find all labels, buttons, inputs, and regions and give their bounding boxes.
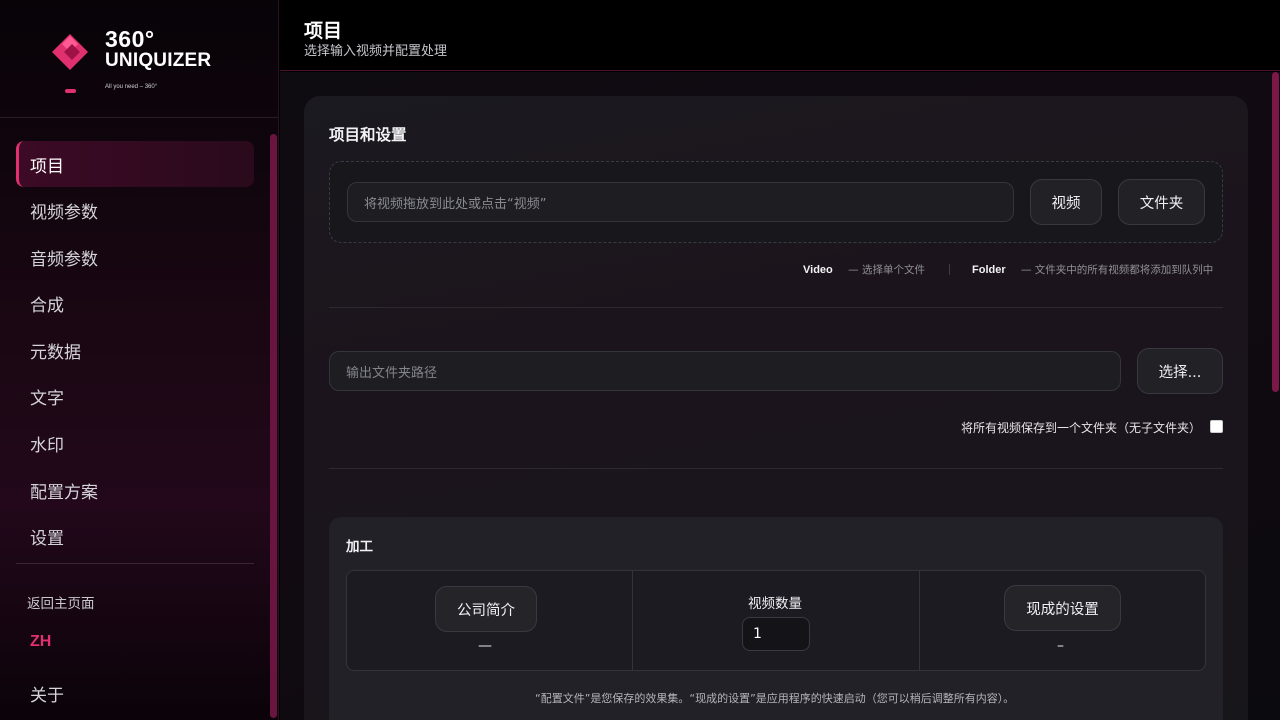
sidebar-item-project[interactable]: 项目 <box>16 141 254 187</box>
output-folder-field[interactable]: 输出文件夹路径 <box>329 351 1121 391</box>
hint-video-text: — 选择单个文件 <box>848 264 925 276</box>
brand-tagline: All you need – 360° <box>105 84 158 90</box>
profile-value: — <box>478 638 492 654</box>
hint-video-key: Video <box>803 264 833 276</box>
sidebar-item-compose[interactable]: 合成 <box>16 281 254 327</box>
sidebar-item-settings[interactable]: 设置 <box>16 514 254 560</box>
brand-line1: 360° <box>105 26 155 52</box>
page-subtitle: 选择输入视频并配置处理 <box>304 44 448 59</box>
page-title: 项目 <box>304 20 343 42</box>
sidebar-item-profiles[interactable]: 配置方案 <box>16 467 254 513</box>
about-link[interactable]: 关于 <box>30 681 64 706</box>
preset-value: – <box>1057 638 1064 654</box>
sidebar-item-watermark[interactable]: 水印 <box>16 421 254 467</box>
page-header: 项目 选择输入视频并配置处理 <box>280 0 1280 71</box>
hint-folder: Folder — 文件夹中的所有视频都将添加到队列中 <box>972 262 1213 277</box>
sidebar: 360° UNIQUIZER All you need – 360° 项目 视频… <box>0 0 279 720</box>
section-title: 项目和设置 <box>329 126 407 144</box>
drop-input-field[interactable]: 将视频拖放到此处或点击“视频” <box>347 182 1014 222</box>
sidebar-item-text[interactable]: 文字 <box>16 374 254 420</box>
logo[interactable]: 360° UNIQUIZER All you need – 360° <box>0 0 278 118</box>
column-divider <box>632 571 633 670</box>
save-all-label: 将所有视频保存到一个文件夹（无子文件夹） <box>961 421 1202 435</box>
sidebar-divider <box>16 563 254 564</box>
video-button[interactable]: 视频 <box>1030 179 1102 225</box>
folder-button[interactable]: 文件夹 <box>1118 179 1205 225</box>
section-divider <box>329 468 1223 469</box>
save-all-checkbox[interactable] <box>1210 420 1223 433</box>
preset-button[interactable]: 现成的设置 <box>1004 585 1121 631</box>
back-home-link[interactable]: 返回主页面 <box>27 592 95 612</box>
processing-title: 加工 <box>346 539 373 555</box>
sidebar-item-video-params[interactable]: 视频参数 <box>16 188 254 234</box>
logo-accent-mark <box>65 89 76 93</box>
video-count-input[interactable]: 1 <box>742 617 810 651</box>
sidebar-nav: 项目 视频参数 音频参数 合成 元数据 文字 水印 配置方案 设置 <box>16 141 254 560</box>
column-divider <box>919 571 920 670</box>
hint-folder-key: Folder <box>972 264 1006 276</box>
choose-folder-button[interactable]: 选择... <box>1137 348 1223 394</box>
hint-separator <box>949 264 950 275</box>
logo-icon <box>52 34 88 70</box>
hint-folder-text: — 文件夹中的所有视频都将添加到队列中 <box>1020 264 1214 276</box>
profile-button[interactable]: 公司简介 <box>435 586 537 632</box>
brand-line2: UNIQUIZER <box>105 50 212 71</box>
main-scrollbar[interactable] <box>1272 72 1279 392</box>
sidebar-scrollbar[interactable] <box>270 134 277 718</box>
sidebar-item-audio-params[interactable]: 音频参数 <box>16 234 254 280</box>
section-divider <box>329 307 1223 308</box>
app-window: 360° UNIQUIZER All you need – 360° 项目 视频… <box>0 0 1280 720</box>
processing-footnote: “配置文件”是您保存的效果集。“现成的设置”是应用程序的快速启动（您可以稍后调整… <box>535 692 1015 705</box>
hint-video: Video — 选择单个文件 <box>803 262 925 277</box>
video-count-label: 视频数量 <box>748 596 802 612</box>
sidebar-item-metadata[interactable]: 元数据 <box>16 327 254 373</box>
language-toggle[interactable]: ZH <box>30 633 51 651</box>
